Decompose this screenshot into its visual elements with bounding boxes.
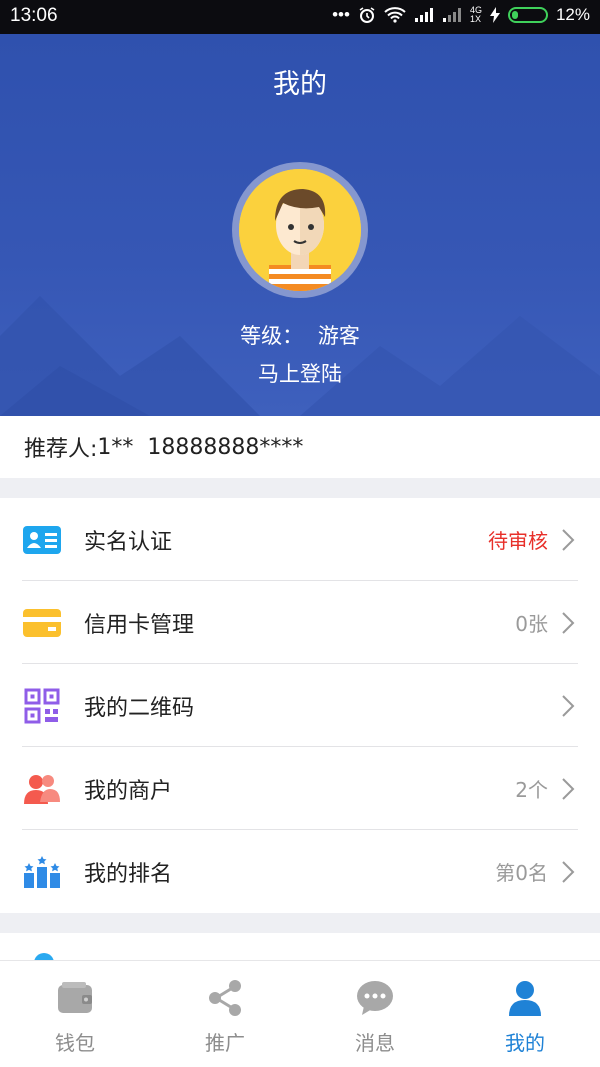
chevron-right-icon bbox=[562, 860, 575, 883]
user-icon bbox=[506, 979, 544, 1017]
level-label: 等级： bbox=[240, 324, 304, 348]
bottom-tab-bar: 钱包 推广 消息 我的 bbox=[0, 960, 600, 1067]
share-icon bbox=[206, 979, 244, 1017]
menu-item-credit-cards[interactable]: 信用卡管理 0张 bbox=[0, 581, 600, 664]
credit-card-icon bbox=[22, 603, 62, 643]
tab-label: 消息 bbox=[355, 1031, 395, 1055]
merchant-count: 2个 bbox=[515, 778, 548, 802]
network-type: 4G 1X bbox=[469, 5, 482, 24]
battery-level: 12% bbox=[555, 5, 590, 24]
user-level: 等级： 游客 bbox=[0, 320, 600, 350]
status-time: 13:06 bbox=[10, 5, 58, 26]
tab-label: 钱包 bbox=[55, 1031, 95, 1055]
tab-wallet[interactable]: 钱包 bbox=[0, 961, 150, 1067]
charging-icon bbox=[489, 7, 500, 23]
wifi-icon bbox=[384, 7, 406, 23]
message-icon bbox=[356, 979, 394, 1017]
chevron-right-icon bbox=[562, 611, 575, 634]
card-count: 0张 bbox=[515, 612, 548, 636]
signal-icon bbox=[414, 8, 433, 22]
page-title: 我的 bbox=[273, 69, 327, 100]
id-card-icon bbox=[22, 520, 62, 560]
menu-item-label: 实名认证 bbox=[84, 529, 173, 555]
chevron-right-icon bbox=[562, 528, 575, 551]
signal-2-icon bbox=[442, 8, 461, 22]
avatar-image bbox=[239, 169, 361, 291]
chevron-right-icon bbox=[562, 777, 575, 800]
menu-item-merchants[interactable]: 我的商户 2个 bbox=[0, 747, 600, 830]
menu-item-ranking[interactable]: 我的排名 第0名 bbox=[0, 830, 600, 913]
tab-label: 我的 bbox=[505, 1031, 545, 1055]
menu-list: 实名认证 待审核 信用卡管理 0张 我的二维码 我的商户 2个 我的排名 第0名 bbox=[0, 498, 600, 913]
menu-item-label: 我的二维码 bbox=[84, 695, 195, 721]
tab-promote[interactable]: 推广 bbox=[150, 961, 300, 1067]
tab-messages[interactable]: 消息 bbox=[300, 961, 450, 1067]
wallet-icon bbox=[56, 979, 94, 1017]
status-badge: 待审核 bbox=[488, 529, 548, 553]
tab-label: 推广 bbox=[205, 1031, 245, 1055]
referrer-row: 推荐人: 1** 18888888**** bbox=[0, 416, 600, 478]
menu-item-label: 我的商户 bbox=[84, 778, 173, 804]
alarm-icon bbox=[359, 7, 375, 23]
ranking-icon bbox=[22, 852, 62, 892]
status-bar: 13:06 ••• 4G 1X 12% bbox=[0, 0, 600, 34]
referrer-label: 推荐人: bbox=[24, 437, 98, 462]
status-icons: ••• 4G 1X 12% bbox=[332, 5, 590, 25]
qr-code-icon bbox=[22, 686, 62, 726]
login-link[interactable]: 马上登陆 bbox=[0, 358, 600, 388]
rank-value: 第0名 bbox=[495, 861, 548, 885]
tab-mine[interactable]: 我的 bbox=[450, 961, 600, 1067]
chevron-right-icon bbox=[562, 694, 575, 717]
menu-item-qr-code[interactable]: 我的二维码 bbox=[0, 664, 600, 747]
avatar[interactable] bbox=[232, 162, 368, 298]
menu-item-label: 我的排名 bbox=[84, 861, 173, 887]
level-value: 游客 bbox=[317, 324, 360, 348]
referrer-value: 1** 18888888**** bbox=[97, 434, 304, 460]
menu-item-label: 信用卡管理 bbox=[84, 612, 195, 638]
profile-header: 我的 等级： 游客 马上登陆 bbox=[0, 34, 600, 416]
menu-item-real-name-auth[interactable]: 实名认证 待审核 bbox=[0, 498, 600, 581]
user-avatar-icon bbox=[239, 169, 361, 291]
more-dots-icon: ••• bbox=[332, 5, 350, 24]
merchants-icon bbox=[22, 769, 62, 809]
battery-icon bbox=[507, 7, 548, 23]
